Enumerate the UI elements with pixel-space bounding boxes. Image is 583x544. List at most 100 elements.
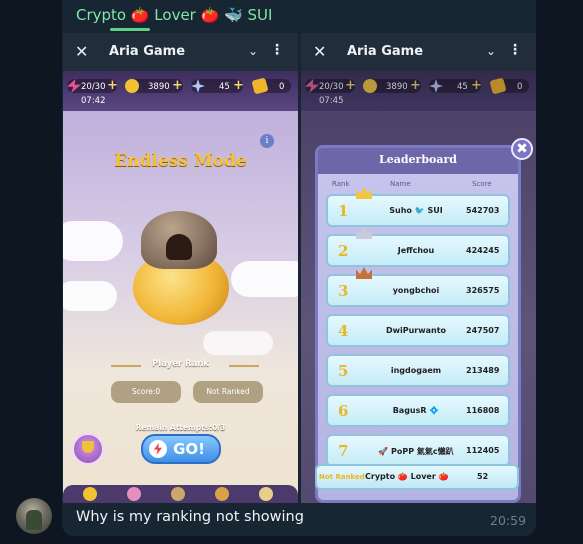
divider-right — [229, 365, 259, 367]
energy-timer: 07:42 — [81, 96, 106, 106]
self-rank: Not Ranked — [319, 473, 365, 481]
row-score: 116808 — [466, 406, 500, 415]
add-energy-button[interactable]: + — [345, 78, 356, 93]
add-energy-button[interactable]: + — [107, 78, 118, 93]
app-bar: ✕ Aria Game ⌄ ⋮ — [301, 33, 536, 71]
sender-name[interactable]: Crypto 🍅 Lover 🍅 🐳 SUI — [76, 6, 272, 24]
row-name: BagusR 💠 — [392, 406, 440, 415]
row-name: Suho 🐦 SUI — [389, 206, 443, 215]
crown-icon — [356, 227, 372, 239]
trophy-leaderboard-button[interactable] — [72, 433, 104, 465]
score-badge: Score:0 — [111, 381, 181, 403]
coins-value: 3890 — [148, 82, 170, 92]
leaderboard-row: 5 ingdogaem 213489 — [326, 354, 510, 387]
remaining-attempts: Remain Attempts:0/3 — [135, 423, 226, 432]
add-stars-button[interactable]: + — [471, 78, 482, 93]
coin-icon — [363, 79, 377, 93]
row-rank: 4 — [338, 322, 349, 340]
row-name: yongbchoi — [392, 286, 440, 295]
add-coins-button[interactable]: + — [172, 78, 183, 93]
leaderboard-row: 6 BagusR 💠 116808 — [326, 394, 510, 427]
nav-stars-icon[interactable] — [83, 487, 97, 501]
row-rank: 1 — [338, 202, 349, 220]
app-title: Aria Game — [109, 44, 186, 59]
rank-status-badge: Not Ranked — [193, 381, 263, 403]
info-icon[interactable]: i — [260, 134, 274, 148]
row-rank: 3 — [338, 282, 349, 300]
stars-value: 45 — [219, 82, 230, 92]
go-button[interactable]: GO! — [141, 434, 221, 464]
column-header-score: Score — [472, 180, 492, 188]
lightning-icon — [149, 440, 167, 458]
stars-value: 45 — [457, 82, 468, 92]
leaderboard-row: 1 Suho 🐦 SUI 542703 — [326, 187, 510, 227]
nav-scroll-icon[interactable] — [259, 487, 273, 501]
coins-value: 3890 — [386, 82, 408, 92]
player-rank-label: Player Rank — [151, 359, 210, 369]
cloud-decoration — [203, 331, 273, 355]
chevron-down-icon[interactable]: ⌄ — [248, 44, 258, 58]
crown-icon — [356, 187, 372, 199]
row-score: 542703 — [466, 206, 500, 215]
hud-bar: 20/30 + 07:45 3890 + 45 + 0 — [301, 71, 536, 111]
row-rank: 2 — [338, 242, 349, 260]
row-score: 326575 — [466, 286, 500, 295]
cloud-decoration — [63, 221, 123, 261]
more-menu-icon[interactable]: ⋮ — [270, 42, 284, 58]
energy-value: 20/30 — [81, 82, 106, 92]
row-rank: 7 — [338, 442, 349, 460]
tickets-value: 0 — [517, 82, 523, 92]
row-name: 🚀 PoPP 氣氣c懶趴 — [378, 447, 454, 456]
coin-icon — [125, 79, 139, 93]
self-ranking-row: Not Ranked Crypto 🍅 Lover 🍅 52 — [315, 464, 519, 490]
user-avatar[interactable] — [16, 498, 52, 534]
more-menu-icon[interactable]: ⋮ — [508, 42, 522, 58]
game-view: 20/30 + 07:45 3890 + 45 + 0 Leaderboard … — [301, 71, 536, 503]
mode-title: Endless Mode — [114, 151, 247, 171]
app-bar: ✕ Aria Game ⌄ ⋮ — [63, 33, 298, 71]
nav-pig-icon[interactable] — [127, 487, 141, 501]
bottom-nav — [63, 485, 298, 503]
row-score: 247507 — [466, 326, 500, 335]
row-name: DwiPurwanto — [385, 326, 447, 335]
cloud-decoration — [63, 281, 117, 311]
nav-quest-icon[interactable] — [171, 487, 185, 501]
chevron-down-icon[interactable]: ⌄ — [486, 44, 496, 58]
leaderboard-title: Leaderboard — [379, 153, 457, 166]
column-header-rank: Rank — [332, 180, 350, 188]
sender-underline — [110, 28, 150, 31]
message-text: Why is my ranking not showing — [76, 509, 304, 525]
close-icon[interactable]: ✕ — [75, 42, 88, 61]
row-rank: 6 — [338, 402, 349, 420]
self-score: 52 — [477, 472, 489, 481]
message-time: 20:59 — [490, 513, 527, 528]
tickets-value: 0 — [279, 82, 285, 92]
nav-book-icon[interactable] — [215, 487, 229, 501]
leaderboard-panel: Leaderboard Rank Name Score 1 Suho 🐦 SUI 5… — [315, 145, 521, 503]
close-icon[interactable]: ✕ — [313, 42, 326, 61]
screenshot-endless-mode[interactable]: ✕ Aria Game ⌄ ⋮ 20/30 + 07:42 3890 + 45 … — [63, 33, 298, 503]
row-rank: 5 — [338, 362, 349, 380]
leaderboard-row: 4 DwiPurwanto 247507 — [326, 314, 510, 347]
close-leaderboard-button[interactable]: ✖ — [511, 138, 533, 160]
energy-timer: 07:45 — [319, 96, 344, 106]
leaderboard-row: 3 yongbchoi 326575 — [326, 267, 510, 307]
add-coins-button[interactable]: + — [410, 78, 421, 93]
go-label: GO! — [173, 440, 205, 458]
row-score: 213489 — [466, 366, 500, 375]
app-title: Aria Game — [347, 44, 424, 59]
screenshot-leaderboard[interactable]: ✕ Aria Game ⌄ ⋮ 20/30 + 07:45 3890 + 45 … — [301, 33, 536, 503]
add-stars-button[interactable]: + — [233, 78, 244, 93]
row-name: ingdogaem — [390, 366, 442, 375]
row-name: Jeffchou — [397, 246, 435, 255]
game-view: 20/30 + 07:42 3890 + 45 + 0 i Endless Mo… — [63, 71, 298, 503]
energy-value: 20/30 — [319, 82, 344, 92]
leaderboard-row: 7 🚀 PoPP 氣氣c懶趴 112405 — [326, 434, 510, 467]
row-score: 424245 — [466, 246, 500, 255]
row-score: 112405 — [466, 446, 500, 455]
column-header-name: Name — [390, 180, 411, 188]
leaderboard-row: 2 Jeffchou 424245 — [326, 227, 510, 267]
cave-entrance — [166, 234, 192, 260]
cloud-decoration — [231, 261, 298, 297]
leaderboard-header: Leaderboard — [318, 148, 518, 174]
